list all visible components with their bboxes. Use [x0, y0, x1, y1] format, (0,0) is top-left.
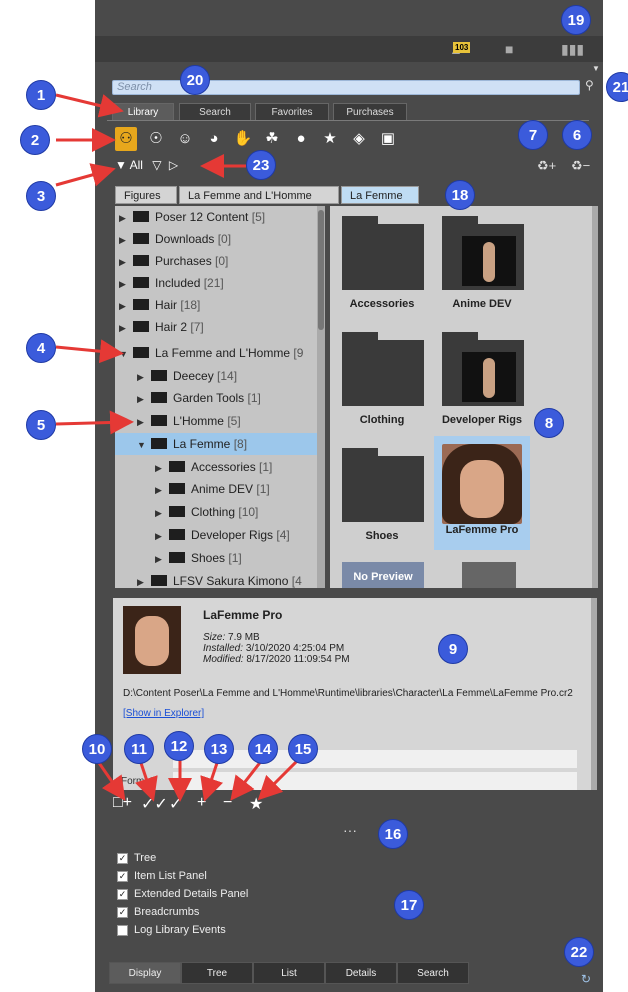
callout-2: 2 — [20, 125, 50, 155]
callout-11: 11 — [124, 734, 154, 764]
callout-7: 7 — [518, 120, 548, 150]
callout-9: 9 — [438, 634, 468, 664]
callout-15: 15 — [288, 734, 318, 764]
callout-23: 23 — [246, 150, 276, 180]
callout-8: 8 — [534, 408, 564, 438]
callout-19: 19 — [561, 5, 591, 35]
callout-4: 4 — [26, 333, 56, 363]
callout-14: 14 — [248, 734, 278, 764]
callout-20: 20 — [180, 65, 210, 95]
callout-17: 17 — [394, 890, 424, 920]
callout-22: 22 — [564, 937, 594, 967]
callout-1: 1 — [26, 80, 56, 110]
callout-13: 13 — [204, 734, 234, 764]
callout-6: 6 — [562, 120, 592, 150]
callout-3: 3 — [26, 181, 56, 211]
callout-16: 16 — [378, 819, 408, 849]
stage: ▲ 103 ■ ▮▮▮ ▼ Search ⚲ Library Search Fa… — [0, 0, 628, 992]
callout-21: 21 — [606, 72, 628, 102]
callout-18: 18 — [445, 180, 475, 210]
callout-10: 10 — [82, 734, 112, 764]
callout-5: 5 — [26, 410, 56, 440]
callout-12: 12 — [164, 731, 194, 761]
